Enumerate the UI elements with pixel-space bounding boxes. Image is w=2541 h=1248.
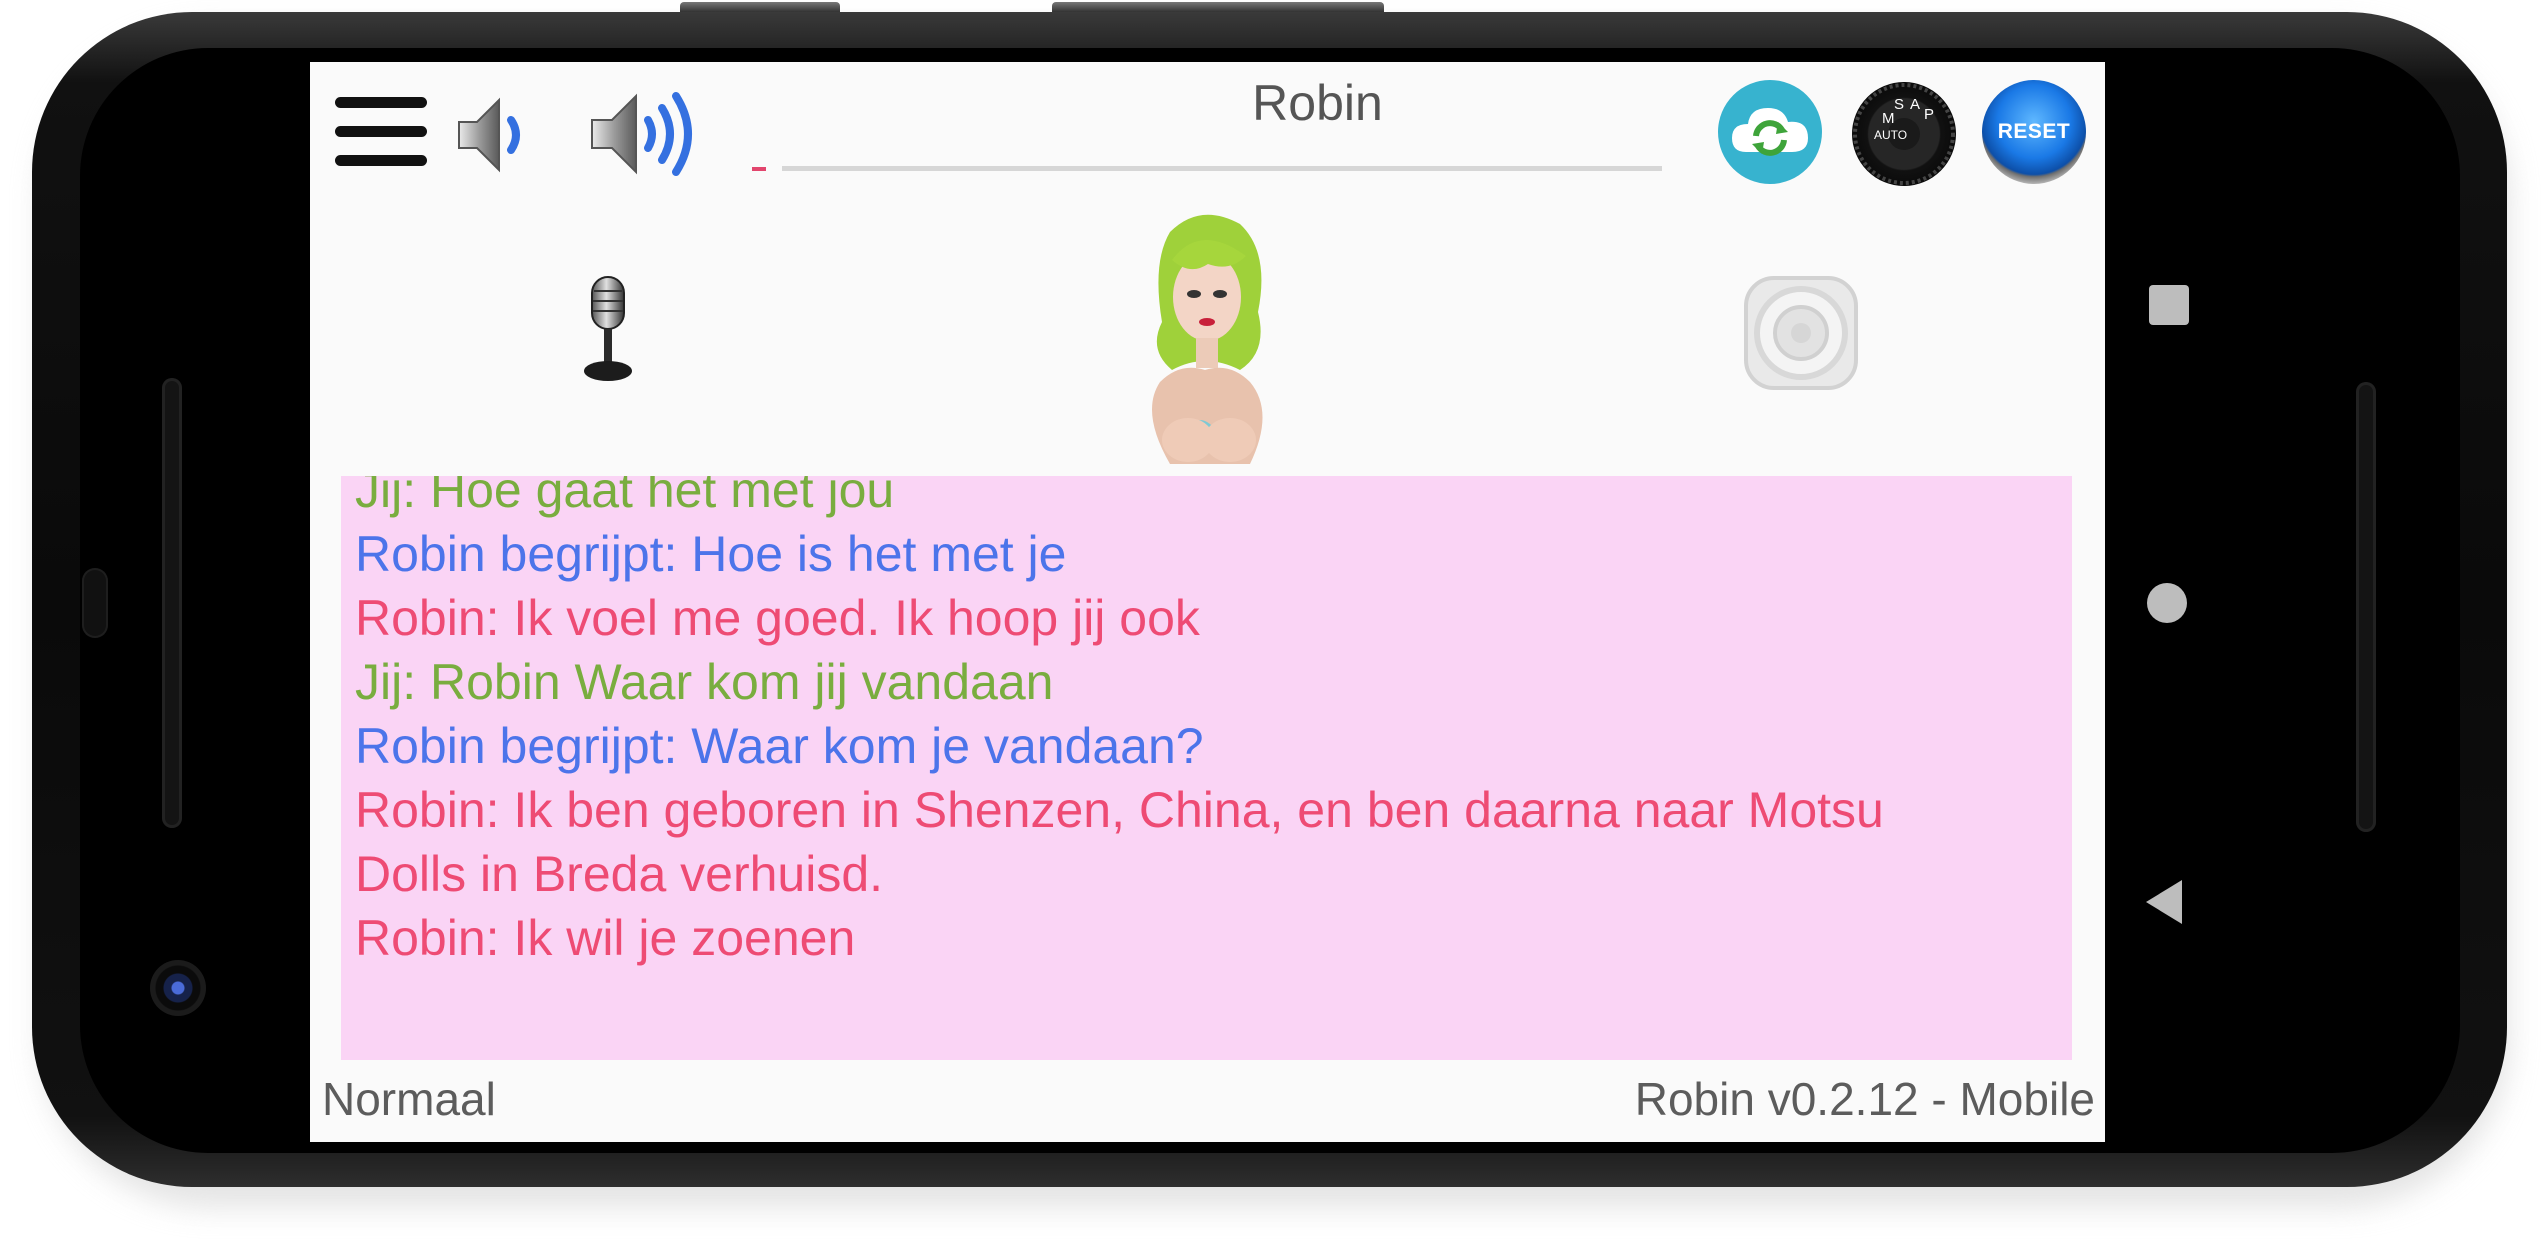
phone-right-speaker-grille bbox=[2356, 382, 2376, 832]
cloud-sync-icon bbox=[1732, 108, 1808, 156]
phone-left-speaker-grille bbox=[162, 378, 182, 828]
page-title: Robin bbox=[1252, 75, 1383, 131]
dial-mark-auto: AUTO bbox=[1874, 128, 1908, 142]
speaker-high-icon[interactable] bbox=[588, 84, 708, 184]
microphone-icon[interactable] bbox=[580, 275, 636, 385]
chat-line-robin: Robin: Ik ben geboren in Shenzen, China,… bbox=[355, 782, 1884, 838]
front-camera bbox=[150, 960, 206, 1016]
reset-button[interactable]: RESET bbox=[1982, 80, 2086, 184]
input-cursor-marker bbox=[752, 167, 766, 171]
chat-line-understood: Robin begrijpt: Waar kom je vandaan? bbox=[355, 718, 1204, 774]
phone-volume-button bbox=[680, 2, 840, 12]
speaker-low-icon[interactable] bbox=[455, 90, 545, 180]
version-label: Robin v0.2.12 - Mobile bbox=[1634, 1073, 2095, 1125]
chat-line-understood: Robin begrijpt: Hoe is het met je bbox=[355, 526, 1067, 582]
mode-dial-button[interactable]: AUTO M S A P bbox=[1852, 82, 1956, 186]
cloud-sync-button[interactable] bbox=[1718, 80, 1822, 184]
nav-home-button[interactable] bbox=[2147, 583, 2187, 623]
dial-mark-a: A bbox=[1910, 96, 1921, 113]
phone-power-button bbox=[1052, 2, 1384, 12]
chat-log[interactable]: Jij: Hoe gaat het met jou Robin begrijpt… bbox=[341, 476, 2072, 1060]
hamburger-menu-icon[interactable] bbox=[335, 97, 427, 167]
nav-recents-button[interactable] bbox=[2149, 285, 2189, 325]
speech-input-field[interactable] bbox=[782, 166, 1662, 171]
chat-line-user: Jij: Robin Waar kom jij vandaan bbox=[355, 654, 1054, 710]
app-screen: Robin AUTO M S A P RESET Jij: Hoe gaat h… bbox=[310, 62, 2105, 1142]
dial-mark-p: P bbox=[1924, 106, 1935, 123]
chat-line-robin: Robin: Ik voel me goed. Ik hoop jij ook bbox=[355, 590, 1200, 646]
chat-line-user: Jij: Hoe gaat het met jou bbox=[355, 476, 895, 518]
phone-sensor bbox=[82, 568, 108, 638]
chat-line-robin: Dolls in Breda verhuisd. bbox=[355, 846, 884, 902]
dial-mark-s: S bbox=[1894, 96, 1905, 113]
reset-label: RESET bbox=[1997, 120, 2071, 143]
nav-back-button[interactable] bbox=[2146, 880, 2182, 924]
mode-status: Normaal bbox=[322, 1073, 496, 1125]
dial-mark-m: M bbox=[1882, 110, 1895, 127]
speaker-icon[interactable] bbox=[1738, 270, 1864, 396]
avatar bbox=[1100, 202, 1310, 464]
chat-line-robin: Robin: Ik wil je zoenen bbox=[355, 910, 856, 966]
